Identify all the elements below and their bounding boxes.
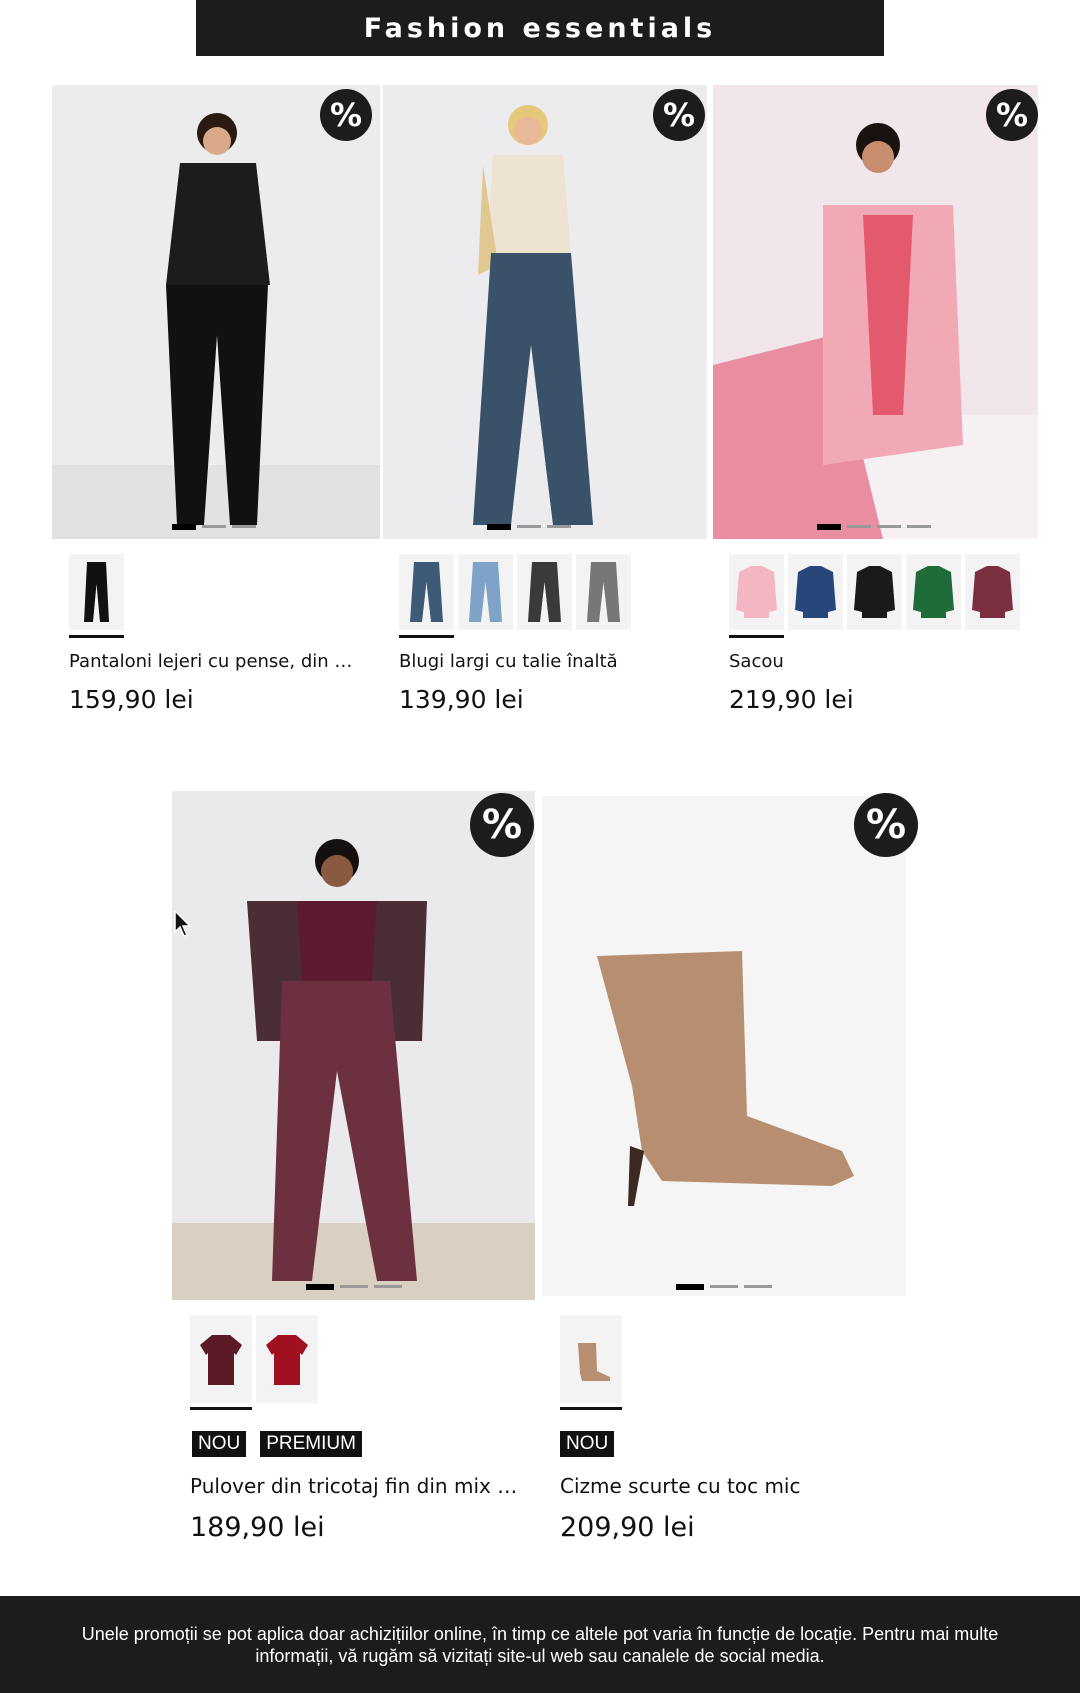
selected-swatch-indicator xyxy=(190,1407,252,1410)
image-carousel-dots[interactable] xyxy=(487,524,571,530)
color-swatch[interactable] xyxy=(69,554,124,630)
page-title-banner: Fashion essentials xyxy=(196,0,884,56)
carousel-dot[interactable] xyxy=(817,524,841,530)
carousel-dot[interactable] xyxy=(744,1285,772,1288)
image-carousel-dots[interactable] xyxy=(817,524,931,530)
promo-disclaimer-footer: Unele promoții se pot aplica doar achizi… xyxy=(0,1596,1080,1693)
color-swatch[interactable] xyxy=(965,554,1020,630)
product-name[interactable]: Pantaloni lejeri cu pense, din mat… xyxy=(69,651,369,672)
product-card-4[interactable]: % NOU PREMIUM Pulover din tricotaj fin d… xyxy=(172,791,535,1551)
carousel-dot[interactable] xyxy=(202,525,226,528)
selected-swatch-indicator xyxy=(729,635,784,638)
color-swatch[interactable] xyxy=(788,554,843,630)
discount-badge: % xyxy=(470,793,534,857)
product-tags: NOU PREMIUM xyxy=(192,1431,362,1457)
color-swatch[interactable] xyxy=(190,1315,252,1403)
footer-text: Unele promoții se pot aplica doar achizi… xyxy=(81,1623,999,1666)
color-swatch[interactable] xyxy=(517,554,572,630)
carousel-dot[interactable] xyxy=(907,525,931,528)
color-swatch[interactable] xyxy=(560,1315,622,1403)
tag-new: NOU xyxy=(192,1431,247,1457)
color-swatch[interactable] xyxy=(729,554,784,630)
carousel-dot[interactable] xyxy=(306,1284,334,1290)
carousel-dot[interactable] xyxy=(232,525,256,528)
discount-badge: % xyxy=(320,89,372,141)
color-swatches xyxy=(190,1315,318,1403)
product-name[interactable]: Pulover din tricotaj fin din mix mo… xyxy=(190,1474,530,1498)
product-price: 219,90 lei xyxy=(729,685,854,714)
carousel-dot[interactable] xyxy=(374,1285,402,1288)
carousel-dot[interactable] xyxy=(547,525,571,528)
selected-swatch-indicator xyxy=(399,635,454,638)
carousel-dot[interactable] xyxy=(877,525,901,528)
product-price: 139,90 lei xyxy=(399,685,524,714)
color-swatches xyxy=(399,554,631,630)
discount-badge: % xyxy=(653,89,705,141)
product-name[interactable]: Blugi largi cu talie înaltă xyxy=(399,651,699,672)
product-image[interactable] xyxy=(542,796,906,1296)
product-tags: NOU xyxy=(560,1431,615,1457)
color-swatch[interactable] xyxy=(399,554,454,630)
product-name[interactable]: Cizme scurte cu toc mic xyxy=(560,1474,900,1498)
tag-new: NOU xyxy=(560,1431,615,1457)
product-image[interactable] xyxy=(713,85,1038,539)
color-swatches xyxy=(69,554,124,630)
page-title: Fashion essentials xyxy=(363,12,717,44)
color-swatch[interactable] xyxy=(906,554,961,630)
carousel-dot[interactable] xyxy=(487,524,511,530)
selected-swatch-indicator xyxy=(560,1407,622,1410)
product-image[interactable] xyxy=(383,85,707,539)
product-name[interactable]: Sacou xyxy=(729,651,1029,672)
discount-badge: % xyxy=(986,89,1038,141)
carousel-dot[interactable] xyxy=(847,525,871,528)
color-swatches xyxy=(729,554,1020,630)
product-card-3[interactable]: % Sacou 219,90 lei xyxy=(713,85,1038,725)
carousel-dot[interactable] xyxy=(172,524,196,530)
product-price: 209,90 lei xyxy=(560,1512,695,1543)
mouse-cursor-icon xyxy=(174,910,192,937)
product-card-1[interactable]: % Pantaloni lejeri cu pense, din mat… 15… xyxy=(52,85,380,725)
image-carousel-dots[interactable] xyxy=(676,1284,772,1290)
carousel-dot[interactable] xyxy=(710,1285,738,1288)
product-card-2[interactable]: % Blugi largi cu talie înaltă 139,90 lei xyxy=(383,85,707,725)
product-price: 159,90 lei xyxy=(69,685,194,714)
color-swatch[interactable] xyxy=(458,554,513,630)
color-swatch[interactable] xyxy=(256,1315,318,1403)
discount-badge: % xyxy=(854,793,918,857)
carousel-dot[interactable] xyxy=(340,1285,368,1288)
product-image[interactable] xyxy=(52,85,380,539)
carousel-dot[interactable] xyxy=(676,1284,704,1290)
product-image[interactable] xyxy=(172,791,535,1300)
image-carousel-dots[interactable] xyxy=(306,1284,402,1290)
tag-premium: PREMIUM xyxy=(260,1431,362,1457)
selected-swatch-indicator xyxy=(69,635,124,638)
image-carousel-dots[interactable] xyxy=(172,524,256,530)
product-price: 189,90 lei xyxy=(190,1512,325,1543)
color-swatch[interactable] xyxy=(576,554,631,630)
color-swatches xyxy=(560,1315,622,1403)
product-card-5[interactable]: % NOU Cizme scurte cu toc mic 209,90 lei xyxy=(542,791,918,1551)
color-swatch[interactable] xyxy=(847,554,902,630)
carousel-dot[interactable] xyxy=(517,525,541,528)
